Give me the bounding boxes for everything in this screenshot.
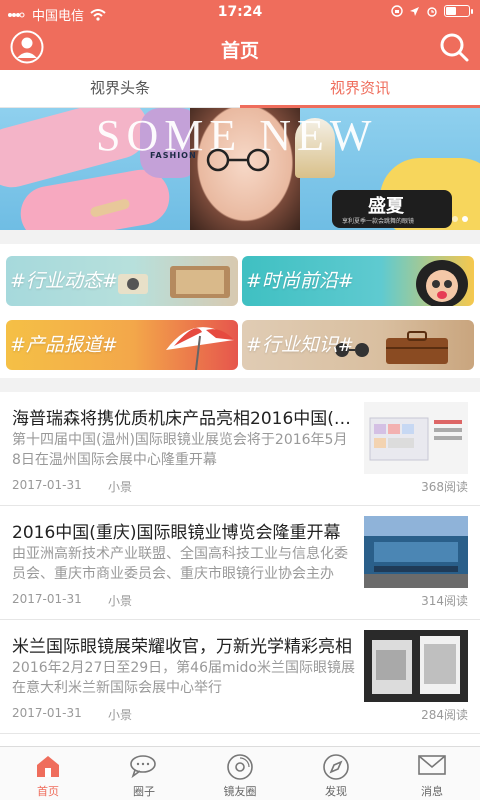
news-read-count: 284阅读 [421,708,468,722]
carousel-dot[interactable] [452,216,458,222]
news-summary: 2016年2月27日至29日，第46届mido米兰国际眼镜展在意大利米兰新国际会… [12,660,355,696]
news-date: 2017-01-31 [12,478,82,492]
news-item[interactable]: 海普瑞森将携优质机床产品亮相2016中国(温州)国际眼镜业展览会 第十四届中国(… [0,392,480,506]
home-icon [37,756,59,777]
news-read-count: 314阅读 [421,594,468,608]
category-fashion-frontier[interactable]: #时尚前沿# [242,256,474,306]
tabbar-label: 首页 [37,785,59,798]
top-tabs: 视界头条 视界资讯 [0,70,480,108]
battery-icon [444,5,473,17]
banner-badge-sub: 享利夏季一款会跳舞的眼镜 [342,218,415,225]
status-right [391,5,473,17]
beach-umbrella-illustration [166,327,234,370]
category-label: #时尚前沿# [246,270,354,292]
status-bar: 中国电信 17:24 [0,0,480,26]
envelope-icon [418,755,446,775]
banner-subtext: FASHION [150,151,197,160]
tabbar-discover[interactable]: 发现 [288,747,384,800]
banner-badge: 盛夏 享利夏季一款会跳舞的眼镜 [332,190,452,228]
news-summary: 第十四届中国(温州)国际眼镜业展览会将于2016年5月8日在温州国际会展中心隆重… [12,432,348,468]
tabbar-label: 消息 [421,785,443,798]
tabbar-friends[interactable]: 镜友圈 [192,747,288,800]
news-title[interactable]: 米兰国际眼镜展荣耀收官，万新光学精彩亮相 [12,632,356,657]
carousel-indicator [452,216,468,222]
news-item[interactable]: 米兰国际眼镜展荣耀收官，万新光学精彩亮相 2016年2月27日至29日，第46届… [0,620,480,734]
tabbar-circle[interactable]: 圈子 [96,747,192,800]
category-label: #产品报道# [10,334,118,356]
fashion-girl-illustration [416,260,468,306]
search-icon[interactable] [438,31,470,63]
news-thumbnail[interactable] [364,402,468,474]
tabbar-messages[interactable]: 消息 [384,747,480,800]
news-author: 小景 [108,708,133,722]
tab-headlines[interactable]: 视界头条 [0,70,240,107]
news-title[interactable]: 海普瑞森将携优质机床产品亮相2016中国(温州)国际眼镜业展览会 [12,404,356,429]
category-product-reports[interactable]: #产品报道# [6,320,238,370]
bottom-tab-bar: 首页 圈子 镜友圈 发现 消息 [0,746,480,800]
category-industry-news[interactable]: #行业动态# [6,256,238,306]
disc-icon [227,754,253,780]
nav-bar: 首页 [0,26,480,70]
news-read-count: 368阅读 [421,480,468,494]
banner-carousel[interactable]: SOME NEW FASHION 盛夏 享利夏季一款会跳舞的眼镜 [0,108,480,230]
category-industry-knowledge[interactable]: #行业知识# [242,320,474,370]
category-label: #行业知识# [246,334,354,356]
carousel-dot-active[interactable] [462,216,468,222]
news-summary: 由亚洲高新技术产业联盟、全国高科技工业与信息化委员会、重庆市商业委员会、重庆市眼… [12,546,348,582]
news-title[interactable]: 2016中国(重庆)国际眼镜业博览会隆重开幕 [12,518,356,543]
rotation-lock-icon [391,5,403,17]
news-date: 2017-01-31 [12,706,82,720]
suitcase-icon [386,331,448,364]
tabbar-label: 镜友圈 [223,785,257,798]
news-thumbnail[interactable] [364,516,468,588]
news-thumbnail[interactable] [364,630,468,702]
tabbar-home[interactable]: 首页 [0,747,96,800]
news-item[interactable]: 2016中国(重庆)国际眼镜业博览会隆重开幕 由亚洲高新技术产业联盟、全国高科技… [0,506,480,620]
tabbar-label: 圈子 [133,785,155,798]
compass-icon [323,754,349,780]
news-date: 2017-01-31 [12,592,82,606]
location-icon [410,6,419,16]
news-author: 小景 [108,594,133,608]
page-title: 首页 [220,40,259,62]
tab-news[interactable]: 视界资讯 [240,70,480,108]
alarm-icon [427,7,437,17]
banner-glasses [206,148,270,172]
chat-bubbles-icon [130,755,156,779]
category-label: #行业动态# [10,270,118,292]
notebook-icon [170,266,230,298]
banner-badge-title: 盛夏 [368,196,404,217]
camera-icon [118,274,148,294]
tabbar-label: 发现 [325,785,347,798]
news-author: 小景 [108,480,133,494]
